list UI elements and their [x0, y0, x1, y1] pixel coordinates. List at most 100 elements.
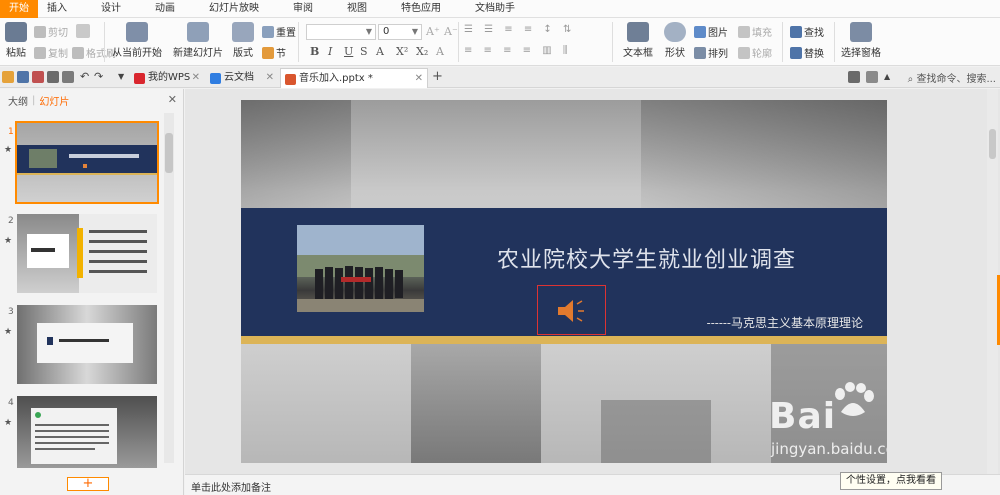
scrollbar-thumb[interactable] [989, 129, 996, 159]
baidu-paw-logo [835, 382, 874, 416]
format-painter-button[interactable]: 格式刷 [72, 45, 116, 60]
slide-title[interactable]: 农业院校大学生就业创业调查 [497, 242, 796, 274]
slide-thumbnail-4[interactable] [17, 396, 157, 468]
tab-review[interactable]: 审阅 [284, 0, 322, 18]
font-color-icon[interactable]: A [376, 45, 384, 58]
separator [458, 22, 459, 62]
tab-my-wps[interactable]: 我的WPS ✕ [130, 68, 204, 88]
thumb-line [35, 430, 109, 432]
tab-slideshow[interactable]: 幻灯片放映 [200, 0, 268, 18]
slide-subtitle[interactable]: ------马克思主义基本原理理论 [707, 314, 863, 331]
panel-scrollbar[interactable] [164, 113, 174, 463]
close-icon[interactable]: ✕ [192, 68, 200, 88]
add-slide-button[interactable]: + [67, 477, 109, 491]
undo-icon[interactable]: ↶ [80, 71, 92, 83]
cut-button[interactable]: 剪切 [34, 24, 68, 39]
scrollbar-thumb[interactable] [165, 133, 173, 173]
pptx-file-icon [285, 74, 296, 85]
paste-button[interactable]: 粘贴 [3, 22, 29, 59]
copy-button[interactable]: 复制 [34, 45, 68, 60]
from-current-button[interactable]: 从当前开始 [112, 22, 162, 59]
select-pane-button[interactable]: 选择窗格 [841, 22, 881, 59]
strike-button[interactable]: S [360, 45, 368, 58]
export-pdf-icon[interactable] [32, 71, 44, 83]
find-button[interactable]: 查找 [790, 24, 824, 39]
shrink-font-icon[interactable]: A⁻ [444, 25, 458, 38]
chevron-up-icon[interactable]: ▲ [884, 71, 896, 83]
italic-button[interactable]: I [328, 45, 332, 58]
paragraph-tools-row1[interactable]: ☰ ☰ ≡ ≡ ↕ ⇅ [464, 24, 575, 35]
replace-button[interactable]: 替换 [790, 45, 824, 60]
slide-thumbnail-3[interactable] [17, 305, 157, 384]
section-button[interactable]: 节 [262, 45, 286, 60]
text-box-button[interactable]: 文本框 [620, 22, 656, 59]
grow-font-icon[interactable]: A⁺ [426, 25, 440, 38]
char-spacing-icon[interactable]: X² [396, 45, 408, 58]
bold-button[interactable]: B [310, 45, 319, 58]
print-icon[interactable] [47, 71, 59, 83]
thumb-gold-line [17, 173, 157, 175]
tab-home[interactable]: 开始 [0, 0, 38, 18]
close-icon[interactable]: ✕ [168, 93, 177, 106]
arrange-button[interactable]: 排列 [694, 45, 728, 60]
current-slide[interactable]: 农业院校大学生就业创业调查 ------马克思主义基本原理理论 Bai jing… [241, 100, 887, 463]
reset-button[interactable]: 重置 [262, 24, 296, 39]
thumb-line [35, 436, 109, 438]
chevron-down-icon[interactable]: ▼ [118, 71, 130, 83]
thumb-line [89, 270, 147, 273]
slide-thumbnail-2[interactable] [17, 214, 157, 293]
open-icon[interactable] [2, 71, 14, 83]
search-icon: ⌕ [907, 74, 914, 85]
slide-number: 4 [8, 398, 14, 408]
outline-button[interactable]: 轮廓 [738, 45, 772, 60]
tab-design[interactable]: 设计 [92, 0, 130, 18]
preview-icon[interactable] [62, 71, 74, 83]
ribbon-toolbar: 粘贴 剪切 复制 格式刷 从当前开始 新建幻灯片 版式 重置 节 ▼ 0 ▼ A⁺… [0, 18, 1000, 66]
notes-placeholder[interactable]: 单击此处添加备注 [191, 479, 271, 494]
command-search[interactable]: ⌕ 查找命令、搜索... [908, 70, 996, 85]
tab-cloud-docs[interactable]: 云文档 ✕ [206, 68, 278, 88]
new-tab-plus-icon[interactable]: + [432, 69, 443, 84]
slide-number: 1 [8, 127, 14, 137]
thumb-line [35, 448, 95, 450]
superscript-icon[interactable]: X₂ [416, 45, 428, 58]
chevron-down-icon: ▼ [365, 27, 372, 36]
shadow-icon[interactable]: A [436, 45, 444, 58]
thumb-title-line [69, 154, 139, 158]
tab-current-document[interactable]: 音乐加入.pptx * ✕ [280, 68, 428, 88]
tab-view[interactable]: 视图 [338, 0, 376, 18]
tab-animation[interactable]: 动画 [146, 0, 184, 18]
fill-button[interactable]: 填充 [738, 24, 772, 39]
slide-editor: 农业院校大学生就业创业调查 ------马克思主义基本原理理论 Bai jing… [185, 89, 1000, 474]
watermark-url: jingyan.baidu.com [771, 440, 887, 458]
paragraph-tools-row2[interactable]: ≡ ≡ ≡ ≡ ▥ ⫼ [464, 45, 571, 56]
tab-doc-assistant[interactable]: 文档助手 [466, 0, 524, 18]
arrange-icon [694, 46, 706, 59]
audio-object-selection[interactable] [537, 285, 606, 335]
shape-button[interactable]: 形状 [660, 22, 690, 59]
tab-insert[interactable]: 插入 [38, 0, 76, 18]
new-slide-button[interactable]: 新建幻灯片 [172, 22, 224, 59]
tab-slides[interactable]: 幻灯片 [35, 93, 73, 108]
layout-button[interactable]: 版式 [230, 22, 256, 59]
tab-outline[interactable]: 大纲 [4, 93, 32, 108]
share-icon[interactable] [866, 71, 878, 83]
comment-icon[interactable] [848, 71, 860, 83]
picture-button[interactable]: 图片 [694, 24, 728, 39]
slides-panel: 大纲 | 幻灯片 ✕ 1 ★ 2 ★ 3 ★ 4 ★ + [0, 89, 184, 495]
brush-big-button[interactable] [76, 24, 92, 38]
shape-icon [664, 22, 686, 42]
animation-star-icon: ★ [4, 327, 13, 337]
close-icon[interactable]: ✕ [266, 68, 274, 88]
save-icon[interactable] [17, 71, 29, 83]
slide-thumbnail-1[interactable] [15, 121, 159, 204]
close-icon[interactable]: ✕ [415, 69, 423, 89]
font-size-combo[interactable]: 0 ▼ [378, 24, 422, 40]
layout-icon [232, 22, 254, 42]
thumb-line [59, 339, 109, 342]
underline-button[interactable]: U [344, 45, 353, 58]
font-name-combo[interactable]: ▼ [306, 24, 376, 40]
tab-special[interactable]: 特色应用 [392, 0, 450, 18]
group-photo[interactable] [297, 225, 424, 312]
redo-icon[interactable]: ↷ [94, 71, 106, 83]
